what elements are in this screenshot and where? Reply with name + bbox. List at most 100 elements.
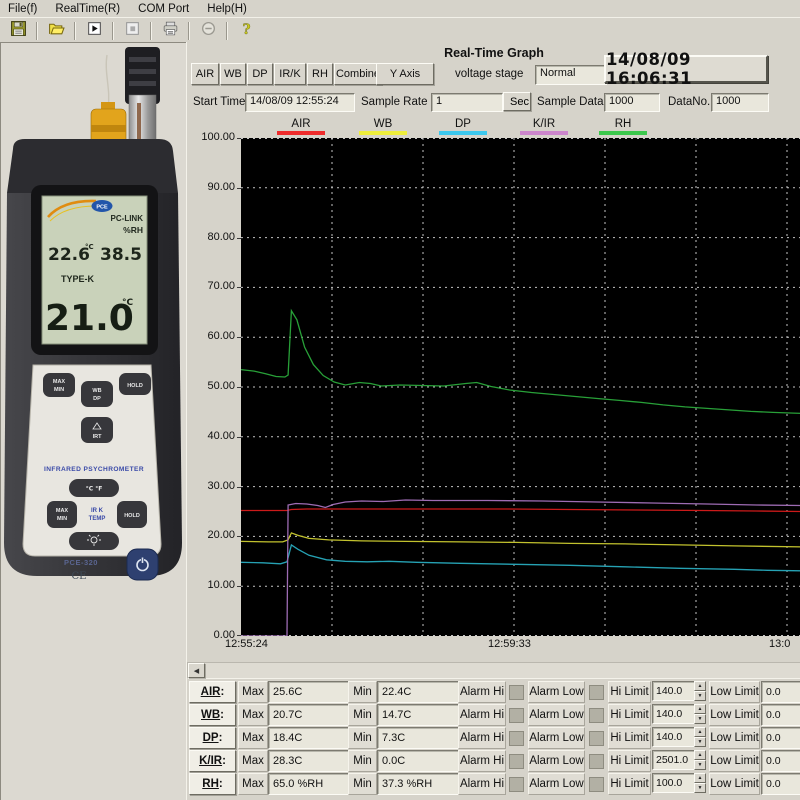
spinner-down-icon[interactable]: ▼ xyxy=(694,783,706,793)
open-button[interactable] xyxy=(42,20,70,41)
low-limit-field[interactable]: 0.0 xyxy=(761,681,800,703)
hi-limit-spinner[interactable]: 140.0 ▲ ▼ xyxy=(652,727,706,747)
acquisition-controls: Start Time 14/08/09 12:55:24 Sample Rate… xyxy=(187,92,800,116)
hi-limit-spinner[interactable]: 100.0 ▲ ▼ xyxy=(652,773,706,793)
low-limit-field[interactable]: 0.0 xyxy=(761,750,800,772)
legend-item-rh: RH xyxy=(593,118,653,135)
spinner-buttons[interactable]: ▲ ▼ xyxy=(694,727,706,747)
hi-limit-value[interactable]: 140.0 xyxy=(652,681,696,701)
scrollbar-left-arrow[interactable]: ◀ xyxy=(188,663,205,678)
alarm-hi-indicator xyxy=(509,685,524,700)
spinner-up-icon[interactable]: ▲ xyxy=(694,681,706,691)
spinner-up-icon[interactable]: ▲ xyxy=(694,750,706,760)
device-head xyxy=(7,139,178,193)
spinner-down-icon[interactable]: ▼ xyxy=(694,760,706,770)
save-button[interactable] xyxy=(4,20,32,41)
start-time-field[interactable]: 14/08/09 12:55:24 xyxy=(245,93,355,112)
hi-limit-spinner[interactable]: 140.0 ▲ ▼ xyxy=(652,704,706,724)
x-axis-labels: 12:55:2412:59:3313:0 xyxy=(187,638,800,652)
low-limit-label: Low Limit xyxy=(709,704,760,726)
chart-area: 100.0090.0080.0070.0060.0050.0040.0030.0… xyxy=(187,138,800,636)
x-tick-label: 13:0 xyxy=(769,638,790,650)
series-wb xyxy=(241,533,800,547)
channel-button-dp[interactable]: DP xyxy=(247,63,273,85)
sample-rate-field[interactable]: 1 xyxy=(431,93,503,112)
svg-text:IRT: IRT xyxy=(93,434,103,440)
param-button[interactable]: WB : xyxy=(189,704,236,726)
legend-item-air: AIR xyxy=(271,118,331,135)
legend-swatch xyxy=(520,131,568,135)
alarm-low-label: Alarm Low xyxy=(528,704,585,726)
legend-swatch xyxy=(277,131,325,135)
sec-button[interactable]: Sec xyxy=(503,92,531,111)
svg-text:HOLD: HOLD xyxy=(124,513,140,519)
help-button[interactable]: ? xyxy=(232,20,260,41)
y-tick-label: 50.00 xyxy=(186,380,235,392)
stop-button[interactable] xyxy=(118,20,146,41)
spinner-buttons[interactable]: ▲ ▼ xyxy=(694,750,706,770)
param-button[interactable]: RH : xyxy=(189,773,236,795)
hi-limit-spinner[interactable]: 2501.0 ▲ ▼ xyxy=(652,750,706,770)
hi-limit-value[interactable]: 100.0 xyxy=(652,773,696,793)
param-button[interactable]: AIR : xyxy=(189,681,236,703)
irk-temp-label: IR K xyxy=(91,508,104,514)
table-row-k-ir: K/IR : Max 28.3C Min 0.0C Alarm Hi Alarm… xyxy=(187,750,800,772)
backlight-key xyxy=(69,532,119,550)
spinner-down-icon[interactable]: ▼ xyxy=(694,691,706,701)
menu-item-com-port[interactable]: COM Port xyxy=(138,3,189,15)
horizontal-scrollbar[interactable]: ◀ xyxy=(187,662,800,679)
chart-legend: AIRWBDPK/IRRH xyxy=(187,118,800,138)
menu-item-realtime-r-[interactable]: RealTime(R) xyxy=(55,3,120,15)
voltage-stage-field[interactable]: Normal xyxy=(535,65,607,85)
low-limit-field[interactable]: 0.0 xyxy=(761,704,800,726)
y-tick-mark xyxy=(237,487,241,488)
realtime-plot xyxy=(241,138,800,636)
param-button[interactable]: DP : xyxy=(189,727,236,749)
start-button[interactable] xyxy=(80,20,108,41)
x-tick-label: 12:55:24 xyxy=(225,638,268,650)
y-tick-mark xyxy=(237,337,241,338)
spinner-down-icon[interactable]: ▼ xyxy=(694,737,706,747)
hi-limit-value[interactable]: 140.0 xyxy=(652,704,696,724)
low-limit-field[interactable]: 0.0 xyxy=(761,773,800,795)
hi-limit-value[interactable]: 140.0 xyxy=(652,727,696,747)
svg-text:HOLD: HOLD xyxy=(127,383,143,389)
alarm-low-indicator xyxy=(589,685,604,700)
min-value-field: 22.4C xyxy=(377,681,460,703)
channel-button-ir-k[interactable]: IR/K xyxy=(274,63,306,85)
param-button[interactable]: K/IR : xyxy=(189,750,236,772)
table-row-rh: RH : Max 65.0 %RH Min 37.3 %RH Alarm Hi … xyxy=(187,773,800,795)
channel-button-rh[interactable]: RH xyxy=(307,63,333,85)
hi-limit-value[interactable]: 2501.0 xyxy=(652,750,696,770)
spinner-buttons[interactable]: ▲ ▼ xyxy=(694,773,706,793)
spinner-buttons[interactable]: ▲ ▼ xyxy=(694,681,706,701)
alarm-low-label: Alarm Low xyxy=(528,681,585,703)
min-label: Min xyxy=(348,727,377,749)
svg-text:?: ? xyxy=(242,21,250,36)
hi-limit-spinner[interactable]: 140.0 ▲ ▼ xyxy=(652,681,706,701)
y-axis-button[interactable]: Y Axis xyxy=(376,63,434,85)
menu-item-file-f-[interactable]: File(f) xyxy=(8,3,37,15)
max-label: Max xyxy=(238,773,268,795)
spinner-up-icon[interactable]: ▲ xyxy=(694,704,706,714)
channel-button-air[interactable]: AIR xyxy=(191,63,219,85)
legend-item-dp: DP xyxy=(433,118,493,135)
device-caption: INFRARED PSYCHROMETER xyxy=(44,466,144,473)
spinner-down-icon[interactable]: ▼ xyxy=(694,714,706,724)
menu-item-help-h-[interactable]: Help(H) xyxy=(207,3,247,15)
low-limit-field[interactable]: 0.0 xyxy=(761,727,800,749)
channel-button-wb[interactable]: WB xyxy=(220,63,246,85)
ce-mark: CE xyxy=(72,571,87,582)
channel-button-combine[interactable]: Combine xyxy=(334,63,382,85)
print-button[interactable] xyxy=(156,20,184,41)
alarm-low-label: Alarm Low xyxy=(528,727,585,749)
spinner-buttons[interactable]: ▲ ▼ xyxy=(694,704,706,724)
max-value-field: 20.7C xyxy=(268,704,350,726)
spinner-up-icon[interactable]: ▲ xyxy=(694,773,706,783)
disconnect-button[interactable] xyxy=(194,20,222,41)
spinner-up-icon[interactable]: ▲ xyxy=(694,727,706,737)
max-label: Max xyxy=(238,727,268,749)
sample-data-field[interactable]: 1000 xyxy=(604,93,660,112)
alarm-hi-label: Alarm Hi xyxy=(458,727,506,749)
data-no-field[interactable]: 1000 xyxy=(711,93,769,112)
